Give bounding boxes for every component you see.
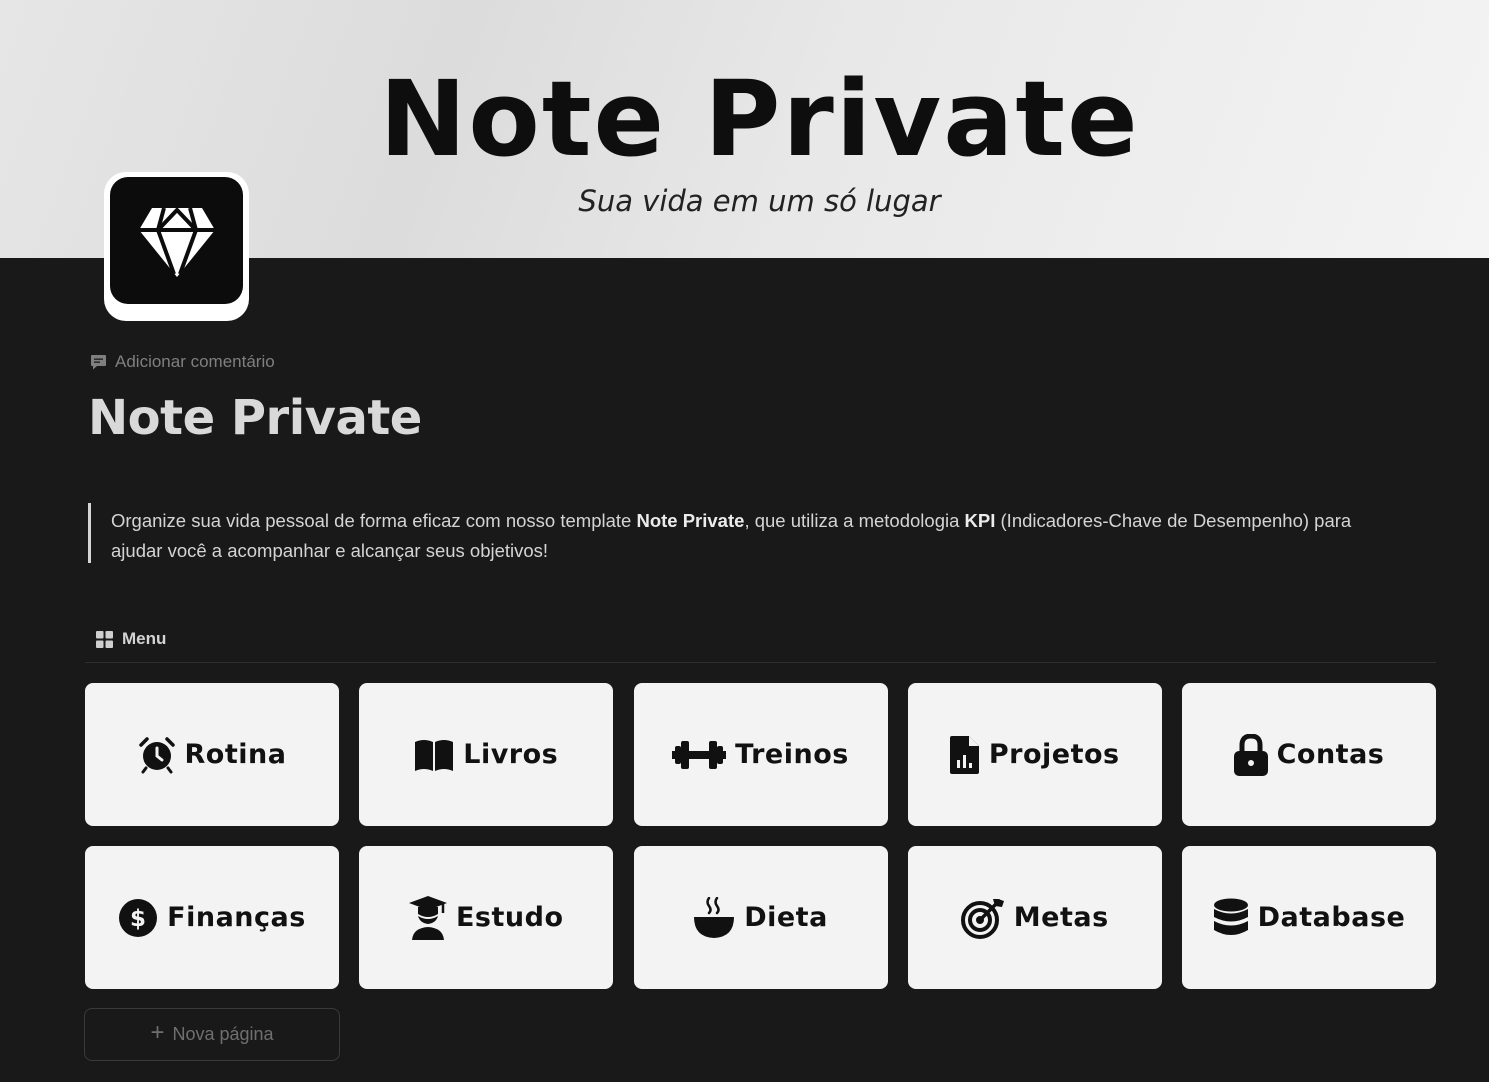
- dollar-circle-icon: $: [119, 898, 158, 937]
- card-label: Projetos: [988, 739, 1120, 770]
- card-contas[interactable]: Contas: [1182, 683, 1436, 826]
- new-page-label: Nova página: [172, 1024, 274, 1044]
- card-database[interactable]: Database: [1182, 846, 1436, 989]
- card-label: Finanças: [167, 902, 306, 933]
- card-projetos[interactable]: Projetos: [907, 683, 1162, 826]
- card-label: Dieta: [744, 902, 828, 933]
- card-financas[interactable]: $ Finanças: [85, 846, 339, 989]
- card-label: Livros: [463, 739, 559, 770]
- alarm-clock-icon: [138, 736, 175, 773]
- card-label: Database: [1257, 902, 1406, 933]
- card-metas[interactable]: Metas: [907, 846, 1162, 989]
- card-label: Treinos: [735, 739, 849, 770]
- diamond-icon: [110, 177, 243, 304]
- card-label: Metas: [1013, 902, 1109, 933]
- description-quote[interactable]: Organize sua vida pessoal de forma efica…: [88, 503, 1388, 563]
- grid-icon: [96, 631, 113, 648]
- quote-text: , que utiliza a metodologia: [744, 510, 965, 531]
- menu-view-tab[interactable]: Menu: [85, 624, 1436, 663]
- card-rotina[interactable]: Rotina: [85, 683, 339, 826]
- comment-icon: [91, 354, 106, 369]
- card-livros[interactable]: Livros: [359, 683, 614, 826]
- target-icon: [960, 898, 1004, 939]
- card-dieta[interactable]: Dieta: [633, 846, 888, 989]
- quote-bold-kpi: KPI: [964, 510, 996, 531]
- menu-gallery: Rotina Livros Treinos Projetos Contas $ …: [85, 683, 1436, 989]
- svg-text:$: $: [130, 906, 146, 932]
- lock-icon: [1233, 733, 1268, 776]
- cover-title: Note Private: [379, 58, 1140, 180]
- card-treinos[interactable]: Treinos: [633, 683, 888, 826]
- book-icon: [415, 739, 454, 771]
- database-icon: [1213, 898, 1248, 935]
- card-label: Estudo: [455, 902, 564, 933]
- page-icon[interactable]: [104, 172, 249, 321]
- file-chart-icon: [949, 735, 979, 774]
- graduate-icon: [408, 895, 447, 940]
- menu-label: Menu: [122, 629, 167, 648]
- add-comment-button[interactable]: Adicionar comentário: [90, 350, 275, 374]
- bowl-icon: [694, 896, 735, 938]
- quote-text: Organize sua vida pessoal de forma efica…: [111, 510, 637, 531]
- card-estudo[interactable]: Estudo: [359, 846, 614, 989]
- plus-icon: +: [150, 1019, 165, 1046]
- new-page-button[interactable]: + Nova página: [84, 1008, 340, 1061]
- page-title[interactable]: Note Private: [88, 390, 422, 446]
- dumbbell-icon: [672, 740, 727, 769]
- quote-bold-template: Note Private: [636, 510, 745, 531]
- add-comment-label: Adicionar comentário: [115, 352, 275, 371]
- card-label: Rotina: [184, 739, 287, 770]
- card-label: Contas: [1276, 739, 1385, 770]
